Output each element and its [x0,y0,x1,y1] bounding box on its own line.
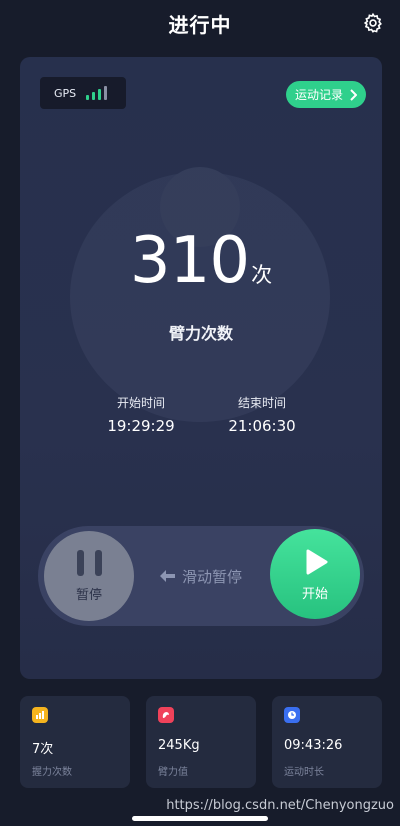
gps-label: GPS [54,86,77,100]
start-label: 开始 [301,586,328,602]
arrow-left-icon [160,570,175,582]
arm-icon [158,707,174,723]
start-time-label: 开始时间 [116,396,165,410]
stat-card-arm-strength: 245Kg 臂力值 [146,696,256,788]
stat-label: 臂力值 [158,767,188,778]
gear-icon[interactable] [362,12,384,34]
watermark: https://blog.csdn.net/Chenyongzuo [166,798,394,813]
workout-record-label: 运动记录 [294,88,343,102]
home-indicator[interactable] [132,816,268,821]
end-time: 结束时间 21:06:30 [202,394,322,435]
header: 进行中 [0,0,400,46]
signal-icon [86,86,108,100]
clock-icon [284,707,300,723]
pause-button[interactable]: 暂停 [44,531,134,621]
slide-to-pause-track[interactable]: 暂停 滑动暂停 开始 [38,526,364,626]
end-time-value: 21:06:30 [228,417,296,435]
stat-card-duration: 09:43:26 运动时长 [272,696,382,788]
stat-label: 运动时长 [284,767,324,778]
gps-indicator: GPS [40,77,126,109]
start-time: 开始时间 19:29:29 [81,394,201,435]
rep-count-label: 臂力次数 [168,324,233,343]
stat-card-grip: 7次 握力次数 [20,696,130,788]
rep-count-unit: 次 [251,263,273,287]
slide-hint: 滑动暂停 [158,564,242,588]
end-time-label: 结束时间 [237,396,286,410]
workout-card: GPS 运动记录 310 次 臂力次数 开始时间 19:29:29 结束时间 2… [20,57,382,679]
stat-value: 245Kg [158,738,200,753]
stat-value: 09:43:26 [284,738,343,753]
play-icon [306,549,328,574]
rep-count-value: 310 [129,224,250,298]
start-button[interactable]: 开始 [270,529,360,619]
pause-label: 暂停 [75,587,102,603]
pause-icon [76,549,102,576]
rep-counter: 310 次 [20,229,382,293]
stat-value: 7次 [32,742,54,757]
stat-label: 握力次数 [32,767,72,778]
bar-chart-icon [32,707,48,723]
start-time-value: 19:29:29 [107,417,175,435]
workout-record-button[interactable]: 运动记录 [286,81,366,108]
slide-hint-label: 滑动暂停 [182,567,243,586]
page-title: 进行中 [168,12,232,37]
chevron-right-icon [350,88,357,101]
